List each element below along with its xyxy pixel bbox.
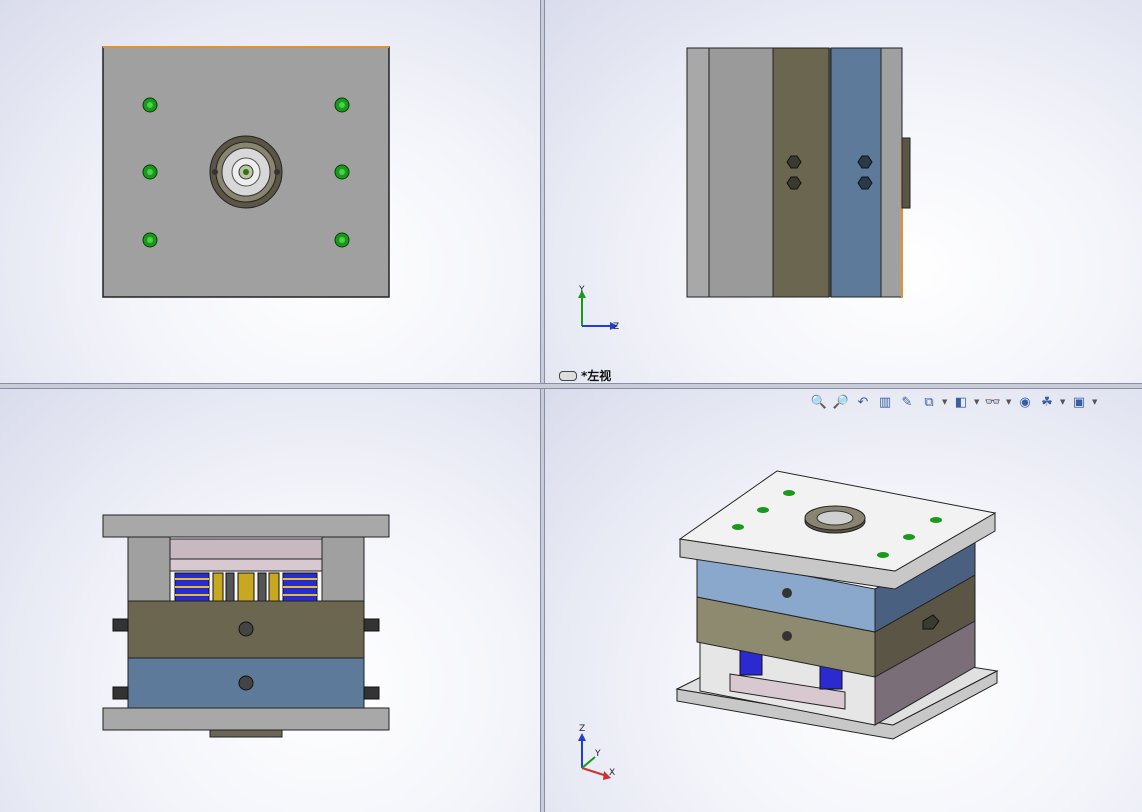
spacer-block-side bbox=[708, 47, 774, 298]
bottom-clamp-plate bbox=[102, 514, 390, 538]
triad-z-label-iso: Z bbox=[579, 724, 585, 734]
locating-ring bbox=[209, 135, 283, 209]
a-plate-side bbox=[830, 47, 882, 298]
viewport-front[interactable] bbox=[0, 0, 540, 383]
viewport-splitter-horizontal[interactable] bbox=[0, 383, 1142, 389]
view-name-label: *左视 bbox=[559, 367, 611, 383]
triad-x-label-iso: X bbox=[609, 768, 615, 778]
viewport-splitter-vertical[interactable] bbox=[540, 0, 545, 812]
glasses-icon[interactable] bbox=[559, 370, 577, 381]
left-view-drawing: Y Z bbox=[578, 47, 911, 332]
triad-xyz: Z Y X bbox=[578, 724, 615, 780]
locating-ring-side bbox=[901, 137, 911, 209]
b-plate-side bbox=[772, 47, 830, 298]
viewport-isometric[interactable]: 🔍 🔎 ↶ ▥ ✎ ⧉ ▼ ◧ ▼ 👓 ▼ ◉ ☘ ▼ ▣ ▼ Z Y X bbox=[545, 389, 1142, 812]
a-plate-hole bbox=[238, 675, 254, 691]
spacer-block-right bbox=[321, 536, 365, 602]
triad-z-label: Z bbox=[613, 322, 619, 332]
triad-y-label-iso: Y bbox=[594, 749, 601, 759]
spacer-block-left bbox=[127, 536, 171, 602]
viewport-left[interactable]: Y Z *左视 bbox=[545, 0, 1142, 383]
top-clamp-plate bbox=[102, 707, 390, 731]
b-plate-hole-iso bbox=[782, 631, 792, 641]
isometric-view-drawing: Z Y X bbox=[578, 470, 999, 780]
support-pillars bbox=[212, 572, 280, 602]
a-plate-hole-iso bbox=[782, 588, 792, 598]
top-clamp-side bbox=[880, 47, 903, 298]
viewport-top[interactable] bbox=[0, 389, 540, 812]
front-view-drawing bbox=[102, 46, 390, 298]
ejector-plate bbox=[169, 558, 323, 572]
b-plate-hole bbox=[238, 621, 254, 637]
top-view-drawing bbox=[102, 514, 390, 738]
clamp-plate-side bbox=[686, 47, 710, 298]
triad-y-label: Y bbox=[578, 285, 585, 295]
locating-ring-edge bbox=[209, 729, 283, 738]
locating-ring-iso bbox=[804, 505, 866, 534]
ejector-retainer-plate bbox=[169, 538, 323, 560]
triad-yz: Y Z bbox=[578, 285, 619, 332]
view-name-text: *左视 bbox=[581, 369, 612, 383]
